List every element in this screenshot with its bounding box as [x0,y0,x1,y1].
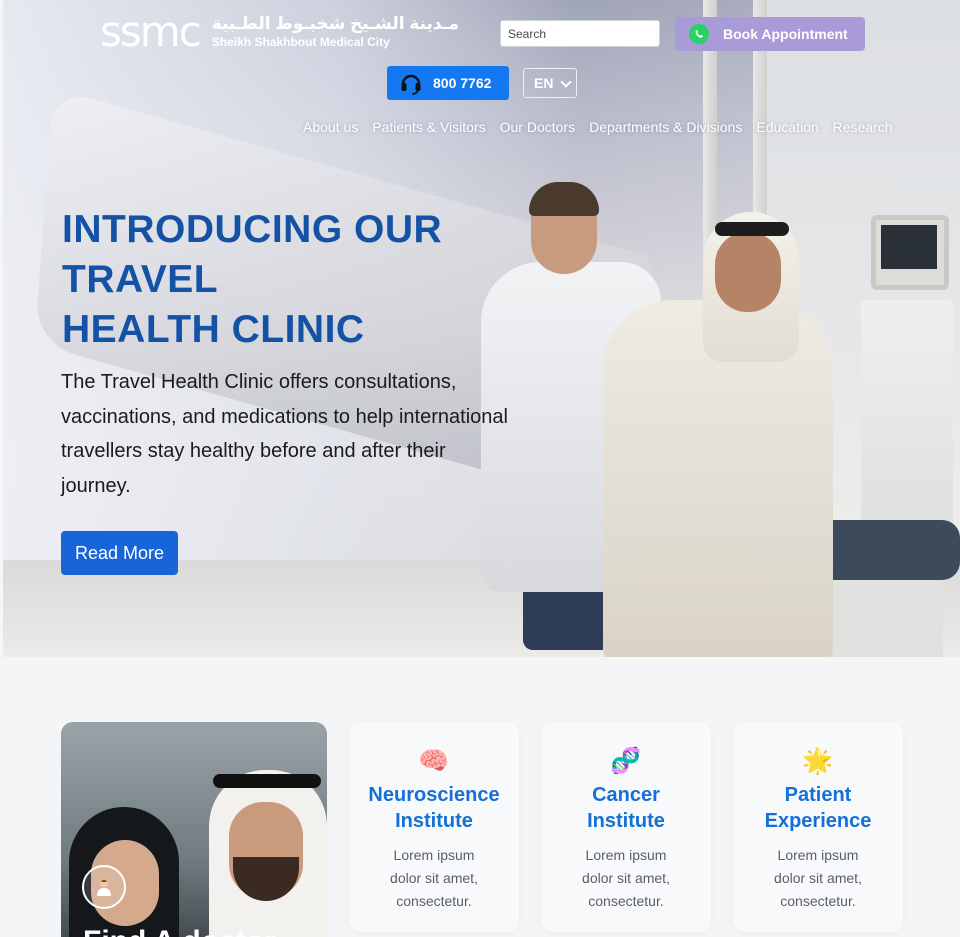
brain-icon: 🧠 [418,747,450,775]
logo-mark: ssmc [100,7,202,56]
nav-patients-visitors[interactable]: Patients & Visitors [372,119,485,135]
patient-agal [715,222,789,236]
service-card-cancer[interactable]: 🧬 Cancer Institute Lorem ipsum dolor sit… [541,722,711,932]
hero-title: INTRODUCING OUR TRAVEL HEALTH CLINIC [62,205,522,355]
language-value: EN [534,75,554,91]
headset-icon [401,74,421,95]
search-input[interactable] [500,20,660,47]
hero-title-line: TRAVEL [62,258,219,301]
nav-our-doctors[interactable]: Our Doctors [500,119,575,135]
service-title-line: Institute [395,810,473,832]
ssmc-logo[interactable]: ssmc مـدينة الشـيخ شخبـوط الطـبية Sheikh… [100,7,459,56]
nav-about-us[interactable]: About us [303,119,358,135]
star-icon: 🌟 [802,747,834,775]
monitor-screen [881,225,937,269]
phone-button[interactable]: 800 7762 [387,66,509,100]
service-card-neuroscience[interactable]: 🧠 Neuroscience Institute Lorem ipsum dol… [349,722,519,932]
logo-english: Sheikh Shakhbout Medical City [211,35,390,49]
service-title: Neuroscience Institute [349,782,519,834]
hero-description: The Travel Health Clinic offers consulta… [61,371,508,497]
doctor-photo-man-agal [213,774,321,788]
doctor-icon [82,865,126,909]
nav-research[interactable]: Research [833,119,893,135]
nav-departments-divisions[interactable]: Departments & Divisions [589,119,742,135]
service-title-line: Cancer [592,784,660,806]
hero-title-line: INTRODUCING OUR [62,208,443,251]
service-card-patient-experience[interactable]: 🌟 Patient Experience Lorem ipsum dolor s… [733,722,903,932]
read-more-button[interactable]: Read More [61,531,178,575]
service-title-line: Patient [784,784,852,806]
logo-arabic: مـدينة الشـيخ شخبـوط الطـبية [211,14,460,33]
hero-title-line: HEALTH CLINIC [62,308,365,351]
find-a-doctor-title: Find A doctor [83,925,276,937]
book-appointment-button[interactable]: Book Appointment [675,17,865,51]
service-description: Lorem ipsum dolor sit amet, consectetur. [582,847,670,909]
dna-icon: 🧬 [610,747,642,775]
patient-head [715,232,781,312]
main-nav: About us Patients & Visitors Our Doctors… [303,119,893,135]
phone-number: 800 7762 [433,75,492,91]
service-description: Lorem ipsum dolor sit amet, consectetur. [390,847,478,909]
service-title-line: Neuroscience [368,784,500,806]
whatsapp-icon [689,24,709,44]
doctor-hair [529,182,599,216]
book-appointment-label: Book Appointment [723,26,848,42]
service-title: Cancer Institute [541,782,711,834]
nav-education[interactable]: Education [756,119,818,135]
service-title-line: Institute [587,810,665,832]
language-select[interactable]: EN [523,68,577,98]
logo-text: مـدينة الشـيخ شخبـوط الطـبية Sheikh Shak… [212,14,459,50]
service-title: Patient Experience [733,782,903,834]
service-description: Lorem ipsum dolor sit amet, consectetur. [774,847,862,909]
chevron-down-icon [560,76,572,88]
find-a-doctor-card[interactable]: Find A doctor [61,722,327,937]
service-title-line: Experience [764,810,872,832]
